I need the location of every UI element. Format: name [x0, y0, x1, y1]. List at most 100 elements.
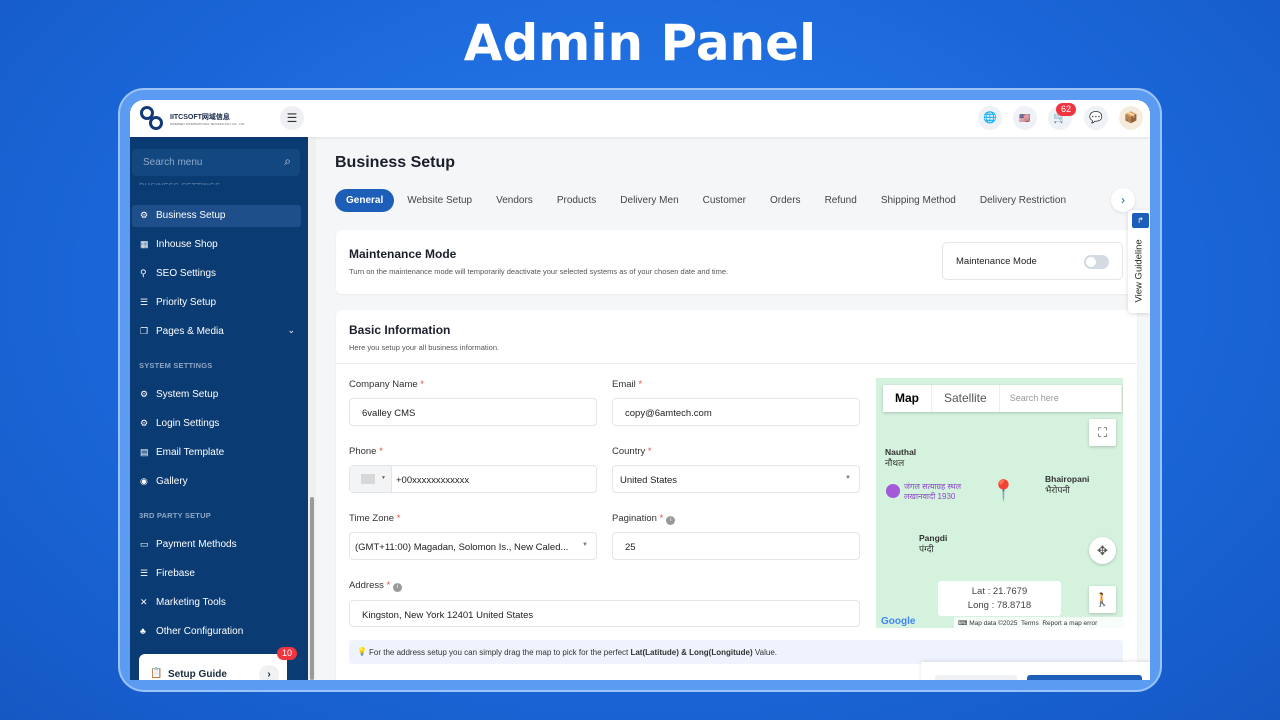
sidebar-item-seo-settings[interactable]: ⚲ SEO Settings: [132, 263, 301, 285]
sidebar-item-firebase[interactable]: ☰ Firebase: [132, 563, 301, 585]
top-header: IITCSOFT网域信息 INTERNET INTERNATIONAL TECHN…: [130, 100, 1150, 137]
map-report-link[interactable]: Report a map error: [1042, 620, 1097, 627]
section-system-settings: SYSTEM SETTINGS: [139, 361, 213, 370]
sidebar-item-pages-media[interactable]: ❐ Pages & Media ⌄: [132, 321, 301, 343]
item-label: Inhouse Shop: [156, 239, 218, 250]
map-pin-icon[interactable]: 📍: [991, 478, 1016, 503]
search-icon: ⌕: [284, 154, 291, 168]
tab-customer[interactable]: Customer: [692, 189, 757, 212]
pagination-input[interactable]: 25: [612, 532, 860, 560]
phone-input[interactable]: ▼ +00xxxxxxxxxxxx: [349, 465, 597, 493]
pages-icon: ❐: [140, 326, 149, 336]
phone-value: +00xxxxxxxxxxxx: [396, 475, 470, 486]
sidebar-item-business-setup[interactable]: ⚙ Business Setup: [132, 205, 301, 227]
tab-orders[interactable]: Orders: [759, 189, 812, 212]
reset-button[interactable]: [935, 675, 1017, 680]
fullscreen-icon[interactable]: ⛶: [1089, 419, 1116, 446]
logo-text: IITCSOFT网域信息: [170, 114, 230, 121]
chevron-down-icon: ⌄: [287, 325, 295, 335]
gallery-icon: ◉: [140, 476, 148, 486]
avatar[interactable]: 📦: [1119, 106, 1143, 130]
country-label: Country *: [612, 446, 652, 457]
hamburger-menu-icon[interactable]: ☰: [280, 106, 304, 130]
tab-vendors[interactable]: Vendors: [485, 189, 544, 212]
poi-icon: [886, 484, 900, 498]
map-terms-link[interactable]: Terms: [1021, 620, 1039, 627]
list-icon: ☰: [140, 297, 149, 307]
tabs-next-chevron-icon[interactable]: ›: [1111, 188, 1135, 212]
latitude-value: Lat : 21.7679: [971, 586, 1028, 597]
maintenance-title: Maintenance Mode: [349, 247, 457, 261]
sidebar-item-priority-setup[interactable]: ☰ Priority Setup: [132, 292, 301, 314]
save-button[interactable]: [1027, 675, 1142, 680]
country-code-dropdown[interactable]: ▼: [350, 466, 392, 492]
view-guideline-button[interactable]: ↱ View Guideline: [1128, 210, 1150, 313]
tab-general[interactable]: General: [335, 189, 395, 212]
map-tab[interactable]: Map: [883, 385, 932, 412]
setup-guide-label: Setup Guide: [168, 669, 227, 680]
divider: [336, 363, 1137, 364]
section-3rd-party-setup: 3RD PARTY SETUP: [139, 511, 211, 520]
us-flag-icon[interactable]: 🇺🇸: [1013, 106, 1037, 130]
search-menu-input[interactable]: Search menu ⌕: [132, 149, 300, 176]
map-type-controls: Map Satellite Search here: [883, 385, 1122, 412]
logo-mark-icon: [140, 106, 166, 132]
street-view-pegman-icon[interactable]: 🚶: [1089, 586, 1116, 613]
email-input[interactable]: copy@6amtech.com: [612, 398, 860, 426]
map-pan-control-icon[interactable]: ✥: [1089, 537, 1116, 564]
item-label: Payment Methods: [156, 539, 237, 550]
logo-subtext: INTERNET INTERNATIONAL TECHNOLOGY CO., L…: [170, 122, 245, 126]
tab-delivery-restriction[interactable]: Delivery Restriction: [969, 189, 1077, 212]
map-place-label: Pangdi पंग्दी: [919, 533, 948, 554]
country-select[interactable]: United States ▼: [612, 465, 860, 493]
item-label: Business Setup: [156, 210, 226, 221]
seo-icon: ⚲: [140, 268, 147, 278]
basic-info-title: Basic Information: [349, 323, 451, 337]
satellite-tab[interactable]: Satellite: [932, 385, 1000, 412]
pagination-label: Pagination * i: [612, 513, 676, 525]
search-placeholder: Search menu: [143, 157, 203, 168]
sidebar-scrollbar[interactable]: [308, 137, 316, 680]
tab-website-setup[interactable]: Website Setup: [396, 189, 483, 212]
item-label: System Setup: [156, 389, 219, 400]
timezone-value: (GMT+11:00) Magadan, Solomon Is., New Ca…: [355, 542, 569, 553]
database-icon: ☰: [140, 568, 149, 578]
lat-long-box: Lat : 21.7679 Long : 78.8718: [938, 581, 1061, 616]
company-name-label: Company Name *: [349, 379, 424, 390]
sidebar-item-gallery[interactable]: ◉ Gallery: [132, 471, 301, 493]
tab-refund[interactable]: Refund: [814, 189, 868, 212]
sidebar-item-inhouse-shop[interactable]: ▦ Inhouse Shop: [132, 234, 301, 256]
card-icon: ▭: [140, 539, 149, 549]
sidebar-item-marketing-tools[interactable]: ✕ Marketing Tools: [132, 592, 301, 614]
banner-title: Admin Panel: [463, 14, 817, 72]
maintenance-card: Maintenance Mode Turn on the maintenance…: [336, 230, 1137, 294]
maintenance-toggle[interactable]: [1084, 255, 1109, 269]
item-label: Email Template: [156, 447, 225, 458]
admin-screen: IITCSOFT网域信息 INTERNET INTERNATIONAL TECHN…: [130, 100, 1150, 680]
flag-icon: [361, 474, 375, 484]
sidebar-item-login-settings[interactable]: ⚙ Login Settings: [132, 413, 301, 435]
sidebar-item-payment-methods[interactable]: ▭ Payment Methods: [132, 534, 301, 556]
shop-icon: ▦: [140, 239, 149, 249]
address-input[interactable]: Kingston, New York 12401 United States: [349, 600, 860, 627]
chat-icon[interactable]: 💬: [1084, 106, 1108, 130]
map-search-input[interactable]: Search here: [1000, 385, 1122, 412]
tab-products[interactable]: Products: [546, 189, 607, 212]
globe-icon[interactable]: 🌐: [978, 106, 1002, 130]
logo[interactable]: IITCSOFT网域信息 INTERNET INTERNATIONAL TECHN…: [140, 106, 244, 132]
sidebar-item-system-setup[interactable]: ⚙ System Setup: [132, 384, 301, 406]
chevron-right-icon[interactable]: ›: [259, 665, 279, 680]
map-footer: ⌨ Map data ©2025 Terms Report a map erro…: [954, 617, 1123, 628]
tab-delivery-men[interactable]: Delivery Men: [609, 189, 689, 212]
tab-shipping-method[interactable]: Shipping Method: [870, 189, 967, 212]
address-hint: 💡 For the address setup you can simply dr…: [349, 640, 1123, 664]
sidebar-item-email-template[interactable]: ▤ Email Template: [132, 442, 301, 464]
location-map[interactable]: Map Satellite Search here ⛶ ✥ 🚶 Nauthal न…: [876, 378, 1123, 628]
scrollbar-thumb[interactable]: [310, 497, 314, 680]
timezone-select[interactable]: (GMT+11:00) Magadan, Solomon Is., New Ca…: [349, 532, 597, 560]
setup-guide-button[interactable]: 📋 Setup Guide ›: [139, 654, 287, 680]
company-name-input[interactable]: 6valley CMS: [349, 398, 597, 426]
item-label: SEO Settings: [156, 268, 217, 279]
email-label: Email *: [612, 379, 643, 390]
sidebar-item-other-configuration[interactable]: ♣ Other Configuration: [132, 621, 301, 643]
